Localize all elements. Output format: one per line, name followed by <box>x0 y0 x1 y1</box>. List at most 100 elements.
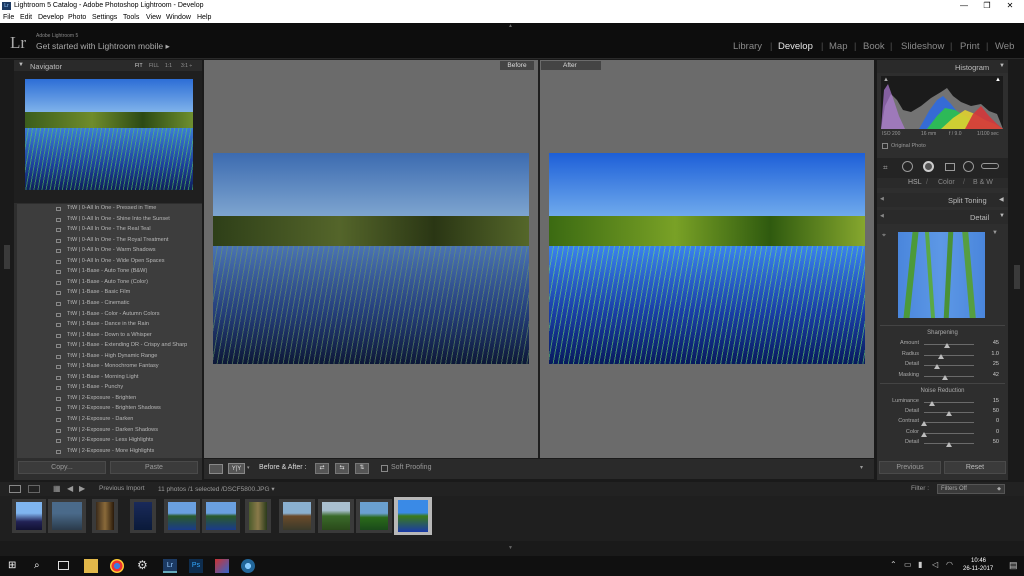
preset-item[interactable]: TtW | 1-Base - Dance in the Rain <box>67 321 149 327</box>
app-icon[interactable] <box>215 559 229 573</box>
sharpen-masking-slider[interactable] <box>924 375 974 377</box>
view-dropdown-icon[interactable]: ▾ <box>247 465 250 471</box>
close-button[interactable]: ✕ <box>998 1 1022 10</box>
navigator-preview[interactable] <box>25 79 193 190</box>
panel-switch-icon[interactable]: ◀ <box>880 213 884 219</box>
filmstrip-thumbnail[interactable] <box>48 499 86 533</box>
preset-item[interactable]: TtW | 0-All In One - Warm Shadows <box>67 247 156 253</box>
photo-count[interactable]: 11 photos /1 selected /DSCF5800.JPG ▾ <box>158 485 275 493</box>
color-tab[interactable]: Color <box>938 179 955 186</box>
nr-luminance-value[interactable]: 15 <box>983 398 999 404</box>
preset-item[interactable]: TtW | 2-Exposure - More Highlights <box>67 448 154 454</box>
reset-button[interactable]: Reset <box>944 461 1006 474</box>
nr-color-slider[interactable] <box>924 432 974 434</box>
zoom-fit[interactable]: FIT <box>135 63 143 69</box>
menu-settings[interactable]: Settings <box>92 14 117 21</box>
filmstrip-thumbnail-selected[interactable] <box>394 497 432 535</box>
nr-luminance-detail-slider-thumb[interactable] <box>946 411 952 417</box>
module-web[interactable]: Web <box>995 41 1014 52</box>
filmstrip-thumbnail[interactable] <box>202 499 240 533</box>
volume-icon[interactable]: ◁ <box>932 560 938 569</box>
filter-dropdown[interactable]: Filters Off ◆ <box>937 484 1005 494</box>
crop-tool-icon[interactable]: ⌗ <box>883 163 888 173</box>
module-book[interactable]: Book <box>863 41 885 52</box>
preview-toggle-icon[interactable]: ▼ <box>992 230 998 236</box>
sharpen-masking-slider-thumb[interactable] <box>942 374 948 380</box>
network-icon[interactable]: ▭ <box>904 560 912 569</box>
loupe-view-icon[interactable] <box>209 464 223 474</box>
grid-view-icon[interactable]: ▦ <box>53 484 61 493</box>
back-arrow-icon[interactable]: ◀ <box>67 484 73 493</box>
preset-item[interactable]: TtW | 2-Exposure - Brighten Shadows <box>67 405 161 411</box>
file-explorer-icon[interactable] <box>84 559 98 573</box>
nr-contrast-slider[interactable] <box>924 422 974 424</box>
show-hidden-icons[interactable]: ⌃ <box>890 560 897 569</box>
hsl-tab[interactable]: HSL <box>908 179 922 186</box>
nr-luminance-slider-thumb[interactable] <box>928 401 935 406</box>
detail-header[interactable]: ◀ Detail ▼ <box>877 210 1008 224</box>
sharpen-detail-value[interactable]: 25 <box>983 361 999 367</box>
preset-item[interactable]: TtW | 2-Exposure - Darken <box>67 416 133 422</box>
battery-icon[interactable]: ▮ <box>918 560 922 569</box>
original-photo-checkbox[interactable] <box>882 143 888 149</box>
sharpen-radius-value[interactable]: 1.0 <box>983 351 999 357</box>
panel-switch-icon[interactable]: ◀ <box>880 196 884 202</box>
radial-filter-icon[interactable] <box>963 161 974 172</box>
module-develop[interactable]: Develop <box>778 41 813 52</box>
right-panel-toggle[interactable] <box>1014 265 1020 289</box>
histogram-header[interactable]: Histogram ▼ <box>877 60 1008 73</box>
filmstrip-thumbnail[interactable] <box>318 499 354 533</box>
filmstrip-thumbnail[interactable] <box>164 499 200 533</box>
maximize-button[interactable]: ❐ <box>975 1 999 10</box>
task-view-icon[interactable] <box>58 561 69 570</box>
nr-contrast-slider-thumb[interactable] <box>921 421 927 427</box>
menu-view[interactable]: View <box>146 14 161 21</box>
clock-time[interactable]: 10:46 <box>971 558 986 564</box>
preset-item[interactable]: TtW | 2-Exposure - Less Highlights <box>67 437 153 443</box>
module-print[interactable]: Print <box>960 41 980 52</box>
clock-date[interactable]: 26-11-2017 <box>963 566 993 572</box>
menu-help[interactable]: Help <box>197 14 211 21</box>
preset-item[interactable]: TtW | 1-Base - Auto Tone (Color) <box>67 279 148 285</box>
nr-color-value[interactable]: 0 <box>983 429 999 435</box>
preset-item[interactable]: TtW | 1-Base - Morning Light <box>67 374 138 380</box>
graduated-filter-icon[interactable] <box>945 163 955 171</box>
sharpen-radius-slider[interactable] <box>924 354 974 356</box>
menu-window[interactable]: Window <box>166 14 191 21</box>
second-window-icon[interactable] <box>28 485 40 493</box>
nr-color-detail-value[interactable]: 50 <box>983 439 999 445</box>
module-slideshow[interactable]: Slideshow <box>901 41 944 52</box>
preset-item[interactable]: TtW | 1-Base - Auto Tone (B&W) <box>67 268 147 274</box>
preset-item[interactable]: TtW | 0-All In One - The Real Teal <box>67 226 151 232</box>
highlight-clipping-icon[interactable]: ▲ <box>995 77 1001 83</box>
minimize-button[interactable]: — <box>952 1 976 10</box>
preset-item[interactable]: TtW | 1-Base - Cinematic <box>67 300 129 306</box>
hsl-header[interactable]: HSL / Color / B & W <box>877 178 1008 188</box>
copy-after-to-before-button[interactable]: ⇆ <box>335 463 349 474</box>
preset-item[interactable]: TtW | 0-All In One - Pressed in Time <box>67 205 156 211</box>
preset-item[interactable]: TtW | 0-All In One - The Royal Treatment <box>67 237 168 243</box>
sharpen-radius-slider-thumb[interactable] <box>937 353 944 359</box>
menu-file[interactable]: File <box>3 14 14 21</box>
preset-item[interactable]: TtW | 1-Base - Basic Film <box>67 289 130 295</box>
collapse-top-icon[interactable]: ▲ <box>508 23 516 29</box>
sharpen-detail-slider-thumb[interactable] <box>933 364 940 369</box>
menu-develop[interactable]: Develop <box>38 14 64 21</box>
nr-color-detail-slider-thumb[interactable] <box>946 441 952 447</box>
sharpen-detail-slider[interactable] <box>924 365 974 366</box>
left-panel-toggle[interactable] <box>4 245 10 269</box>
filmstrip-thumbnail[interactable] <box>92 499 118 533</box>
module-library[interactable]: Library <box>733 41 762 52</box>
nr-contrast-value[interactable]: 0 <box>983 418 999 424</box>
preset-item[interactable]: TtW | 1-Base - Monochrome Fantasy <box>67 363 159 369</box>
filmstrip-thumbnail[interactable] <box>130 499 156 533</box>
previous-button[interactable]: Previous <box>879 461 941 474</box>
red-eye-icon[interactable] <box>923 161 934 172</box>
soft-proofing-checkbox[interactable] <box>381 465 388 472</box>
preset-item[interactable]: TtW | 0-All In One - Wide Open Spaces <box>67 258 165 264</box>
zoom-1-1[interactable]: 1:1 <box>165 63 172 69</box>
notifications-icon[interactable]: ▤ <box>1009 560 1018 571</box>
preset-item[interactable]: TtW | 1-Base - High Dynamic Range <box>67 353 157 359</box>
after-photo[interactable] <box>549 153 865 364</box>
paste-settings-button[interactable]: Paste <box>110 461 198 474</box>
